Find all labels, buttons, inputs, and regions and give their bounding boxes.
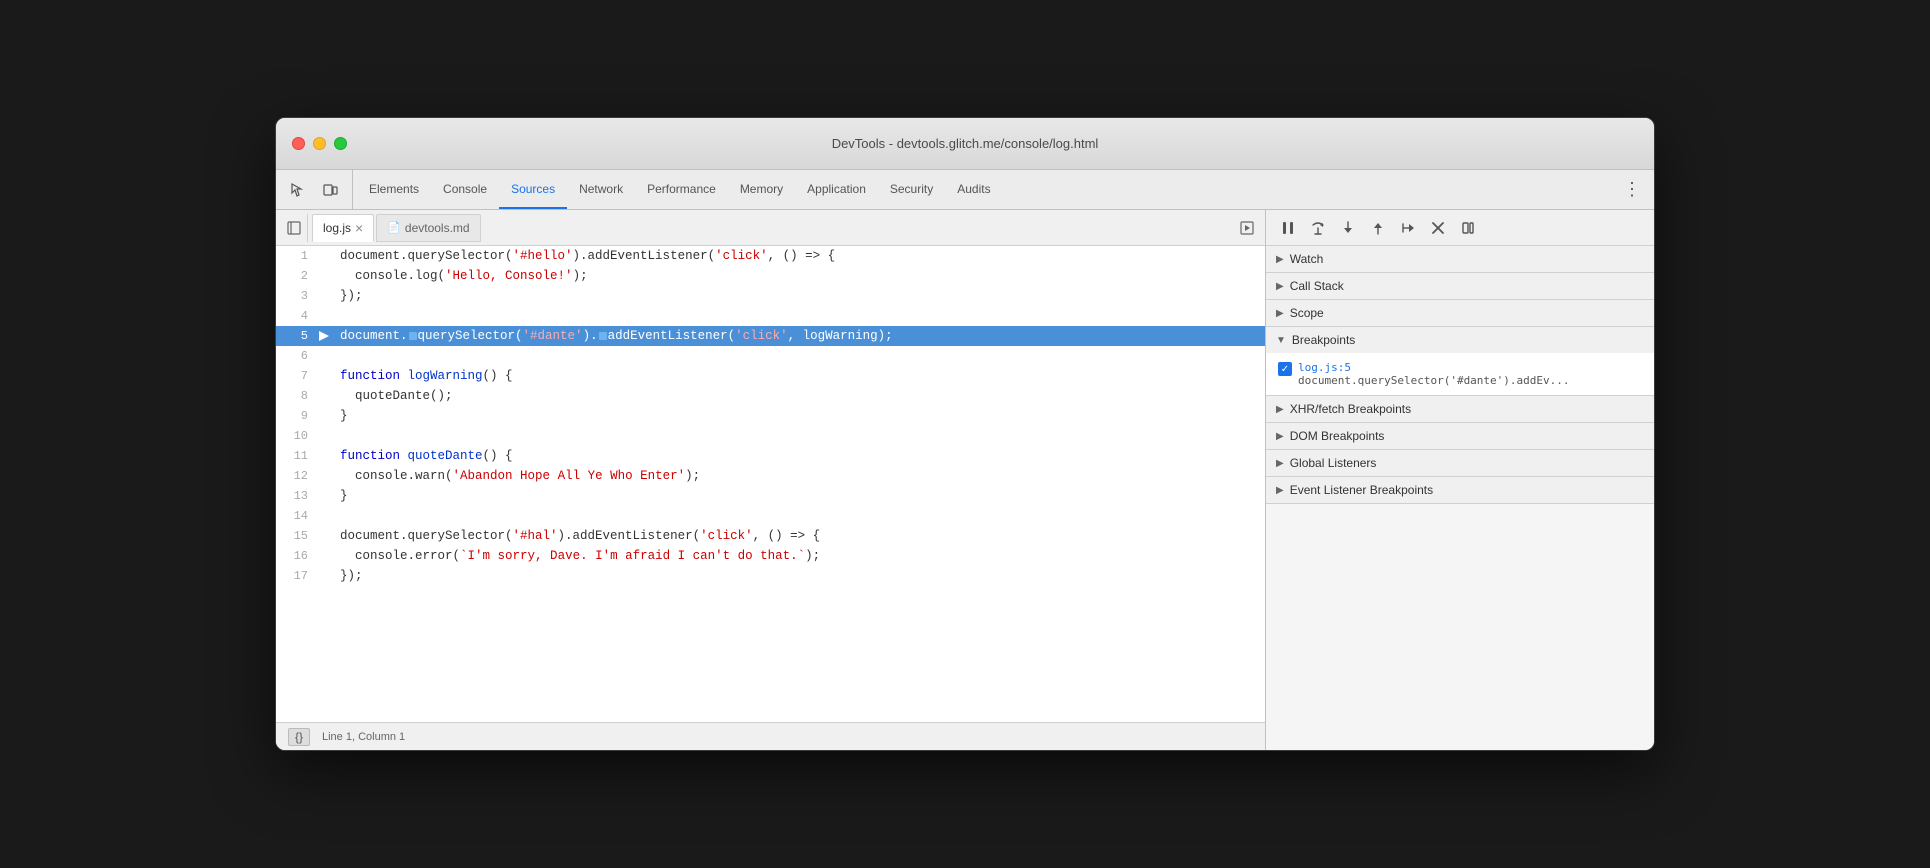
- code-line-5: 5 document.querySelector('#dante').addEv…: [276, 326, 1265, 346]
- tab-elements[interactable]: Elements: [357, 170, 431, 209]
- debugger-toolbar: [1266, 210, 1654, 246]
- device-toolbar-icon[interactable]: [316, 176, 344, 204]
- watch-section: ▶ Watch: [1266, 246, 1654, 273]
- right-panel: ▶ Watch ▶ Call Stack ▶ Scope ▼ Bre: [1266, 210, 1654, 750]
- deactivate-breakpoints-button[interactable]: [1424, 214, 1452, 242]
- window-title: DevTools - devtools.glitch.me/console/lo…: [832, 136, 1099, 151]
- code-line-10: 10: [276, 426, 1265, 446]
- code-editor[interactable]: 1 document.querySelector('#hello').addEv…: [276, 246, 1265, 722]
- scope-header[interactable]: ▶ Scope: [1266, 300, 1654, 326]
- cursor-position: Line 1, Column 1: [322, 731, 405, 743]
- step-over-button[interactable]: [1304, 214, 1332, 242]
- code-line-9: 9 }: [276, 406, 1265, 426]
- file-tabs-right: [1233, 214, 1261, 242]
- scope-section: ▶ Scope: [1266, 300, 1654, 327]
- file-tab-logjs[interactable]: log.js ×: [312, 214, 374, 242]
- inspector-icon[interactable]: [284, 176, 312, 204]
- event-listener-breakpoints-section: ▶ Event Listener Breakpoints: [1266, 477, 1654, 504]
- event-listener-arrow: ▶: [1276, 485, 1284, 496]
- step-out-button[interactable]: [1364, 214, 1392, 242]
- code-line-11: 11 function quoteDante() {: [276, 446, 1265, 466]
- tab-performance[interactable]: Performance: [635, 170, 728, 209]
- code-line-13: 13 }: [276, 486, 1265, 506]
- code-line-17: 17 });: [276, 566, 1265, 586]
- breakpoints-arrow: ▼: [1276, 335, 1286, 346]
- watch-arrow: ▶: [1276, 254, 1284, 265]
- code-line-7: 7 function logWarning() {: [276, 366, 1265, 386]
- traffic-lights: [292, 137, 347, 150]
- breakpoints-content: ✓ log.js:5 document.querySelector('#dant…: [1266, 353, 1654, 395]
- global-listeners-header[interactable]: ▶ Global Listeners: [1266, 450, 1654, 476]
- call-stack-arrow: ▶: [1276, 281, 1284, 292]
- run-snippet-button[interactable]: [1233, 214, 1261, 242]
- call-stack-section: ▶ Call Stack: [1266, 273, 1654, 300]
- more-tabs-button[interactable]: ⋮: [1618, 176, 1646, 204]
- breakpoint-item-1: ✓ log.js:5 document.querySelector('#dant…: [1266, 357, 1654, 391]
- tab-bar-right: ⋮: [1618, 170, 1646, 209]
- step-back-button[interactable]: [1394, 214, 1422, 242]
- pause-resume-button[interactable]: [1274, 214, 1302, 242]
- dom-breakpoints-section: ▶ DOM Breakpoints: [1266, 423, 1654, 450]
- tab-memory[interactable]: Memory: [728, 170, 795, 209]
- devtools-body: log.js × 📄 devtools.md: [276, 210, 1654, 750]
- close-button[interactable]: [292, 137, 305, 150]
- code-line-12: 12 console.warn('Abandon Hope All Ye Who…: [276, 466, 1265, 486]
- code-line-1: 1 document.querySelector('#hello').addEv…: [276, 246, 1265, 266]
- xhr-breakpoints-header[interactable]: ▶ XHR/fetch Breakpoints: [1266, 396, 1654, 422]
- scope-arrow: ▶: [1276, 308, 1284, 319]
- file-tabs: log.js × 📄 devtools.md: [276, 210, 1265, 246]
- code-line-6: 6: [276, 346, 1265, 366]
- tab-sources[interactable]: Sources: [499, 170, 567, 209]
- breakpoints-section: ▼ Breakpoints ✓ log.js:5 document.queryS…: [1266, 327, 1654, 396]
- breakpoint-checkbox[interactable]: ✓: [1278, 362, 1292, 376]
- code-line-4: 4: [276, 306, 1265, 326]
- file-tab-devtoolsmd[interactable]: 📄 devtools.md: [376, 214, 480, 242]
- code-line-8: 8 quoteDante();: [276, 386, 1265, 406]
- xhr-arrow: ▶: [1276, 404, 1284, 415]
- call-stack-header[interactable]: ▶ Call Stack: [1266, 273, 1654, 299]
- left-panel: log.js × 📄 devtools.md: [276, 210, 1266, 750]
- tab-security[interactable]: Security: [878, 170, 945, 209]
- file-icon: 📄: [387, 221, 401, 234]
- code-line-15: 15 document.querySelector('#hal').addEve…: [276, 526, 1265, 546]
- global-listeners-section: ▶ Global Listeners: [1266, 450, 1654, 477]
- code-line-2: 2 console.log('Hello, Console!');: [276, 266, 1265, 286]
- dom-breakpoints-header[interactable]: ▶ DOM Breakpoints: [1266, 423, 1654, 449]
- code-line-14: 14: [276, 506, 1265, 526]
- tab-bar: Elements Console Sources Network Perform…: [276, 170, 1654, 210]
- format-button-wrapper: {}: [288, 728, 310, 746]
- dom-arrow: ▶: [1276, 431, 1284, 442]
- tab-bar-controls: [284, 170, 353, 209]
- xhr-breakpoints-section: ▶ XHR/fetch Breakpoints: [1266, 396, 1654, 423]
- title-bar: DevTools - devtools.glitch.me/console/lo…: [276, 118, 1654, 170]
- file-tab-close-logjs[interactable]: ×: [355, 221, 363, 235]
- pause-on-exception-button[interactable]: [1454, 214, 1482, 242]
- tab-network[interactable]: Network: [567, 170, 635, 209]
- breakpoint-info: log.js:5 document.querySelector('#dante'…: [1298, 361, 1570, 387]
- pretty-print-button[interactable]: {}: [288, 728, 310, 746]
- watch-header[interactable]: ▶ Watch: [1266, 246, 1654, 272]
- minimize-button[interactable]: [313, 137, 326, 150]
- breakpoints-header[interactable]: ▼ Breakpoints: [1266, 327, 1654, 353]
- status-bar: {} Line 1, Column 1: [276, 722, 1265, 750]
- maximize-button[interactable]: [334, 137, 347, 150]
- tab-audits[interactable]: Audits: [945, 170, 1002, 209]
- global-listeners-arrow: ▶: [1276, 458, 1284, 469]
- event-listener-breakpoints-header[interactable]: ▶ Event Listener Breakpoints: [1266, 477, 1654, 503]
- sidebar-toggle-button[interactable]: [280, 214, 308, 242]
- step-into-button[interactable]: [1334, 214, 1362, 242]
- code-line-3: 3 });: [276, 286, 1265, 306]
- code-line-16: 16 console.error(`I'm sorry, Dave. I'm a…: [276, 546, 1265, 566]
- devtools-window: DevTools - devtools.glitch.me/console/lo…: [275, 117, 1655, 751]
- tab-application[interactable]: Application: [795, 170, 878, 209]
- tab-console[interactable]: Console: [431, 170, 499, 209]
